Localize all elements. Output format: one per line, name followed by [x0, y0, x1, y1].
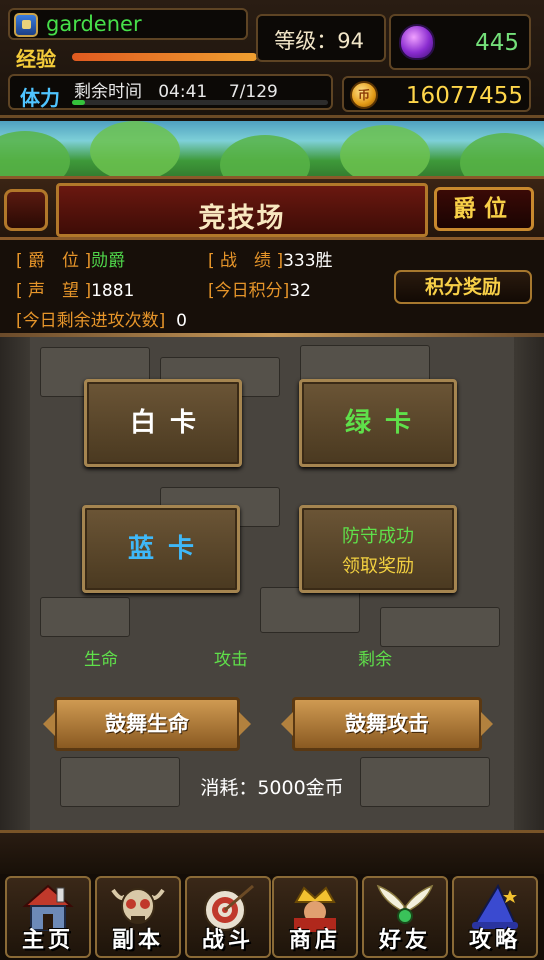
nav-label-friends: 好友 — [378, 928, 431, 953]
exp-label: 经验 — [16, 47, 56, 71]
record-label: [ 战 绩 ] — [208, 251, 284, 271]
prestige-value: 1881 — [91, 281, 135, 301]
inspire-life-button[interactable]: 鼓舞生命 — [43, 697, 251, 751]
nav-item-dungeon[interactable]: 副本 — [95, 876, 181, 958]
nav-label-dungeon: 副本 — [111, 928, 164, 953]
arena-title: 竞技场 — [198, 203, 286, 234]
today-points-label: [今日积分] — [208, 281, 290, 301]
gem-icon — [399, 24, 435, 60]
bottom-strip — [0, 830, 544, 874]
gem-value: 445 — [475, 30, 519, 56]
wall-brick — [40, 597, 130, 637]
nav-label-home: 主页 — [21, 928, 74, 953]
leaf-decoration — [90, 121, 180, 181]
stamina-remaining-label: 剩余时间 — [74, 82, 142, 102]
nav-item-guide[interactable]: 攻略 — [452, 876, 538, 958]
attacks-label: [今日剩余进攻次数] — [16, 311, 166, 331]
stamina-count: 7/129 — [228, 82, 278, 102]
attacks-row: [今日剩余进攻次数] 0 — [16, 306, 187, 331]
coin-value: 16077455 — [405, 83, 523, 109]
prestige-label: [ 声 望 ] — [16, 281, 92, 301]
wall-right — [514, 337, 544, 830]
claim-reward-label: 领取奖励 — [342, 556, 414, 577]
defense-reward-button[interactable]: 防守成功 领取奖励 — [299, 505, 457, 593]
inspire-cost: 消耗：5000金币 — [200, 777, 344, 799]
nav-item-friends[interactable]: 好友 — [362, 876, 448, 958]
stamina-fill — [72, 100, 85, 105]
stamina-track — [72, 100, 328, 105]
green-card-label: 绿卡 — [344, 408, 425, 438]
record-row: [ 战 绩 ]333胜 — [208, 246, 333, 271]
coin-panel[interactable]: 币 16077455 — [342, 76, 531, 112]
today-points-row: [今日积分]32 — [208, 276, 311, 301]
attacks-value: 0 — [176, 311, 187, 331]
player-name-panel[interactable]: gardener — [8, 8, 248, 40]
nav-item-home[interactable]: 主页 — [5, 876, 91, 958]
green-card-button[interactable]: 绿卡 — [299, 379, 457, 467]
points-reward-button[interactable]: 积分奖励 — [394, 270, 532, 304]
rank-value: 勋爵 — [91, 251, 126, 271]
rank-label: [ 爵 位 ] — [16, 251, 92, 271]
status-bar: gardener 经验 等级：94 体力 剩余时间 04:41 7/129 44… — [0, 0, 544, 118]
remaining-stat-label: 剩余 — [358, 650, 392, 670]
stamina-panel[interactable]: 体力 剩余时间 04:41 7/129 — [8, 74, 333, 110]
player-badge-icon — [14, 13, 38, 37]
blue-card-button[interactable]: 蓝卡 — [82, 505, 240, 593]
level-text: 等级：94 — [274, 29, 364, 53]
life-stat-label: 生命 — [84, 650, 118, 670]
exp-fill — [72, 53, 257, 61]
nav-label-shop: 商店 — [288, 928, 341, 953]
white-card-button[interactable]: 白卡 — [84, 379, 242, 467]
nav-item-battle[interactable]: 战斗 — [185, 876, 271, 958]
arena-info: [ 爵 位 ]勋爵 [ 战 绩 ]333胜 [ 声 望 ]1881 [今日积分]… — [0, 240, 544, 337]
header-ornament — [4, 189, 48, 231]
bottom-nav: 主页 副本 战斗 商店 好友 攻略 — [0, 874, 544, 960]
nav-item-shop[interactable]: 商店 — [272, 876, 358, 958]
record-value: 333胜 — [283, 251, 333, 271]
arena-floor: 白卡 绿卡 蓝卡 防守成功 领取奖励 生命 攻击 剩余 鼓舞生命 鼓舞攻击 消耗… — [0, 337, 544, 830]
blue-card-label: 蓝卡 — [127, 534, 208, 564]
arena-header: 竞技场 爵位 — [0, 176, 544, 240]
coin-icon: 币 — [350, 81, 378, 109]
wall-brick — [380, 607, 500, 647]
prestige-row: [ 声 望 ]1881 — [16, 276, 134, 301]
stamina-info: 剩余时间 04:41 7/129 — [74, 77, 278, 102]
defense-success-label: 防守成功 — [342, 526, 414, 547]
gem-panel[interactable]: 445 — [389, 14, 531, 70]
player-name: gardener — [46, 12, 142, 36]
white-card-label: 白卡 — [129, 408, 210, 438]
stamina-timer: 04:41 — [158, 82, 208, 102]
attack-stat-label: 攻击 — [214, 650, 248, 670]
today-points-value: 32 — [289, 281, 311, 301]
stamina-label: 体力 — [20, 86, 60, 110]
inspire-attack-button[interactable]: 鼓舞攻击 — [281, 697, 493, 751]
level-panel: 等级：94 — [256, 14, 386, 62]
wall-brick — [260, 587, 360, 633]
nav-label-battle: 战斗 — [201, 928, 254, 953]
wall-left — [0, 337, 30, 830]
rank-button[interactable]: 爵位 — [434, 187, 534, 231]
arena-title-frame: 竞技场 — [56, 183, 428, 237]
nav-label-guide: 攻略 — [468, 928, 521, 953]
rank-row: [ 爵 位 ]勋爵 — [16, 246, 125, 271]
